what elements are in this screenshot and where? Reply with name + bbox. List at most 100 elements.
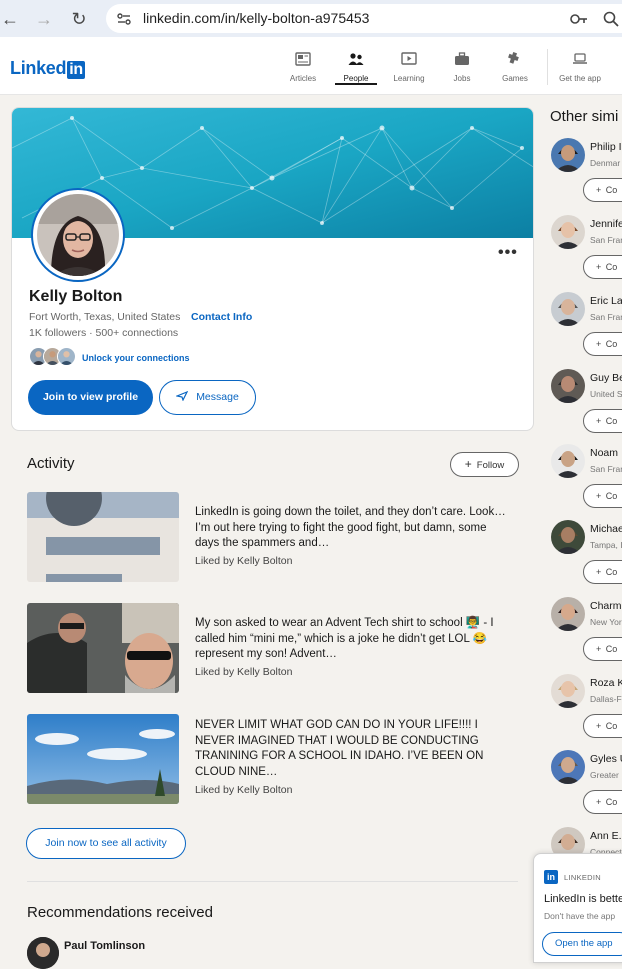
see-all-activity-button[interactable]: Join now to see all activity [26, 828, 186, 859]
connect-button[interactable]: + Co [583, 637, 622, 661]
similar-profile-name[interactable]: Roza K [590, 677, 622, 689]
similar-profile-avatar[interactable] [551, 444, 585, 478]
add-person-icon: + [596, 644, 604, 654]
linkedin-logo[interactable]: Linked in [10, 58, 85, 79]
recommender-avatar[interactable] [27, 937, 59, 969]
activity-thumbnail[interactable] [27, 714, 179, 804]
followers-count: 1K followers [29, 327, 87, 339]
profile-card: ••• Kelly Bolton Fort Worth, Texas, Unit… [11, 107, 534, 431]
add-person-icon: + [596, 721, 604, 731]
similar-profile-location: Denmar [590, 158, 621, 168]
recommender-name[interactable]: Paul Tomlinson [64, 940, 145, 952]
nav-jobs[interactable]: Jobs [437, 52, 487, 86]
more-options-button[interactable]: ••• [498, 244, 518, 262]
profile-location: Fort Worth, Texas, United States [29, 311, 181, 323]
add-person-icon: + [596, 567, 604, 577]
mini-avatar [57, 347, 76, 366]
activity-thumbnail[interactable] [27, 492, 179, 582]
similar-profile-location: San Fran [590, 312, 622, 322]
nav-games[interactable]: Games [490, 52, 540, 86]
linkedin-logo-icon: in [544, 870, 558, 884]
follow-button[interactable]: + Follow [450, 452, 519, 477]
similar-profile-location: San Fran [590, 464, 622, 474]
reload-icon[interactable]: ↻ [69, 9, 89, 29]
similar-profile-name[interactable]: Ann E. [590, 830, 622, 842]
add-person-icon: + [596, 185, 604, 195]
similar-profile-name[interactable]: Gyles U [590, 753, 622, 765]
similar-profile-name[interactable]: Charm [590, 600, 622, 612]
jobs-icon [455, 52, 469, 65]
similar-profile-avatar[interactable] [551, 369, 585, 403]
similar-profile-name[interactable]: Guy Be [590, 372, 622, 384]
join-to-view-profile-button[interactable]: Join to view profile [28, 380, 153, 415]
plus-icon: + [464, 457, 472, 471]
nav-articles[interactable]: Articles [278, 52, 328, 86]
similar-profile-avatar[interactable] [551, 215, 585, 249]
similar-profile-location: Greater [590, 770, 619, 780]
similar-profile-location: United S [590, 389, 622, 399]
activity-thumbnail[interactable] [27, 603, 179, 693]
back-arrow-icon[interactable]: ← [0, 9, 20, 29]
similar-profile-avatar[interactable] [551, 750, 585, 784]
similar-profile-location: Tampa, I [590, 540, 622, 550]
similar-profile-name[interactable]: Eric La [590, 295, 622, 307]
profile-photo [37, 194, 119, 276]
similar-profile-name[interactable]: Michae [590, 523, 622, 535]
activity-post-text[interactable]: LinkedIn is going down the toilet, and t… [195, 505, 510, 552]
recommendations-title: Recommendations received [27, 904, 213, 921]
url-text[interactable]: linkedin.com/in/kelly-bolton-a975453 [143, 10, 369, 26]
activity-post-meta: Liked by Kelly Bolton [195, 555, 293, 567]
address-bar[interactable]: linkedin.com/in/kelly-bolton-a975453 [106, 4, 622, 33]
connect-button[interactable]: + Co [583, 255, 622, 279]
message-button[interactable]: Message [159, 380, 256, 415]
site-settings-icon[interactable] [116, 11, 132, 27]
games-icon [508, 52, 519, 64]
profile-avatar[interactable] [31, 188, 125, 282]
popup-subtext: Don't have the app [544, 911, 616, 921]
activity-post-meta: Liked by Kelly Bolton [195, 784, 293, 796]
similar-profile-avatar[interactable] [551, 520, 585, 554]
similar-profile-name[interactable]: Philip I [590, 141, 622, 153]
similar-profile-avatar[interactable] [551, 292, 585, 326]
similar-profiles-title: Other simi [550, 108, 619, 125]
learning-icon [401, 52, 417, 65]
laptop-icon [573, 53, 587, 64]
articles-icon [295, 52, 311, 66]
add-person-icon: + [596, 339, 604, 349]
connect-button[interactable]: + Co [583, 560, 622, 584]
nav-divider [547, 49, 548, 85]
nav-get-the-app[interactable]: Get the app [555, 52, 605, 86]
similar-profile-avatar[interactable] [551, 138, 585, 172]
nav-learning[interactable]: Learning [384, 52, 434, 86]
profile-name: Kelly Bolton [29, 288, 123, 305]
activity-post-text[interactable]: My son asked to wear an Advent Tech shir… [195, 616, 510, 663]
add-person-icon: + [596, 797, 604, 807]
similar-profile-avatar[interactable] [551, 597, 585, 631]
zoom-icon[interactable] [603, 11, 619, 27]
connect-button[interactable]: + Co [583, 790, 622, 814]
unlock-connections-link[interactable]: Unlock your connections [82, 353, 190, 363]
connect-button[interactable]: + Co [583, 484, 622, 508]
similar-profile-avatar[interactable] [551, 674, 585, 708]
popup-brand: LINKEDIN [564, 873, 601, 882]
send-icon [175, 390, 189, 402]
nav-people[interactable]: People [331, 52, 381, 86]
divider [27, 881, 518, 882]
mutual-connections-avatars[interactable] [29, 347, 77, 367]
connect-button[interactable]: + Co [583, 332, 622, 356]
similar-profile-location: San Fran [590, 235, 622, 245]
activity-title: Activity [27, 455, 75, 472]
forward-arrow-icon[interactable]: → [34, 9, 54, 29]
popup-headline: LinkedIn is bette [544, 893, 622, 905]
activity-post-meta: Liked by Kelly Bolton [195, 666, 293, 678]
linkedin-top-nav: Linked in Articles People Learning Jobs G… [0, 37, 622, 95]
activity-post-text[interactable]: NEVER LIMIT WHAT GOD CAN DO IN YOUR LIFE… [195, 718, 510, 780]
contact-info-link[interactable]: Contact Info [191, 311, 252, 323]
connect-button[interactable]: + Co [583, 714, 622, 738]
connect-button[interactable]: + Co [583, 178, 622, 202]
open-the-app-button[interactable]: Open the app [542, 932, 622, 956]
similar-profile-name[interactable]: Jennife [590, 218, 622, 230]
connect-button[interactable]: + Co [583, 409, 622, 433]
similar-profile-name[interactable]: Noam [590, 447, 618, 459]
password-key-icon[interactable] [570, 12, 588, 26]
